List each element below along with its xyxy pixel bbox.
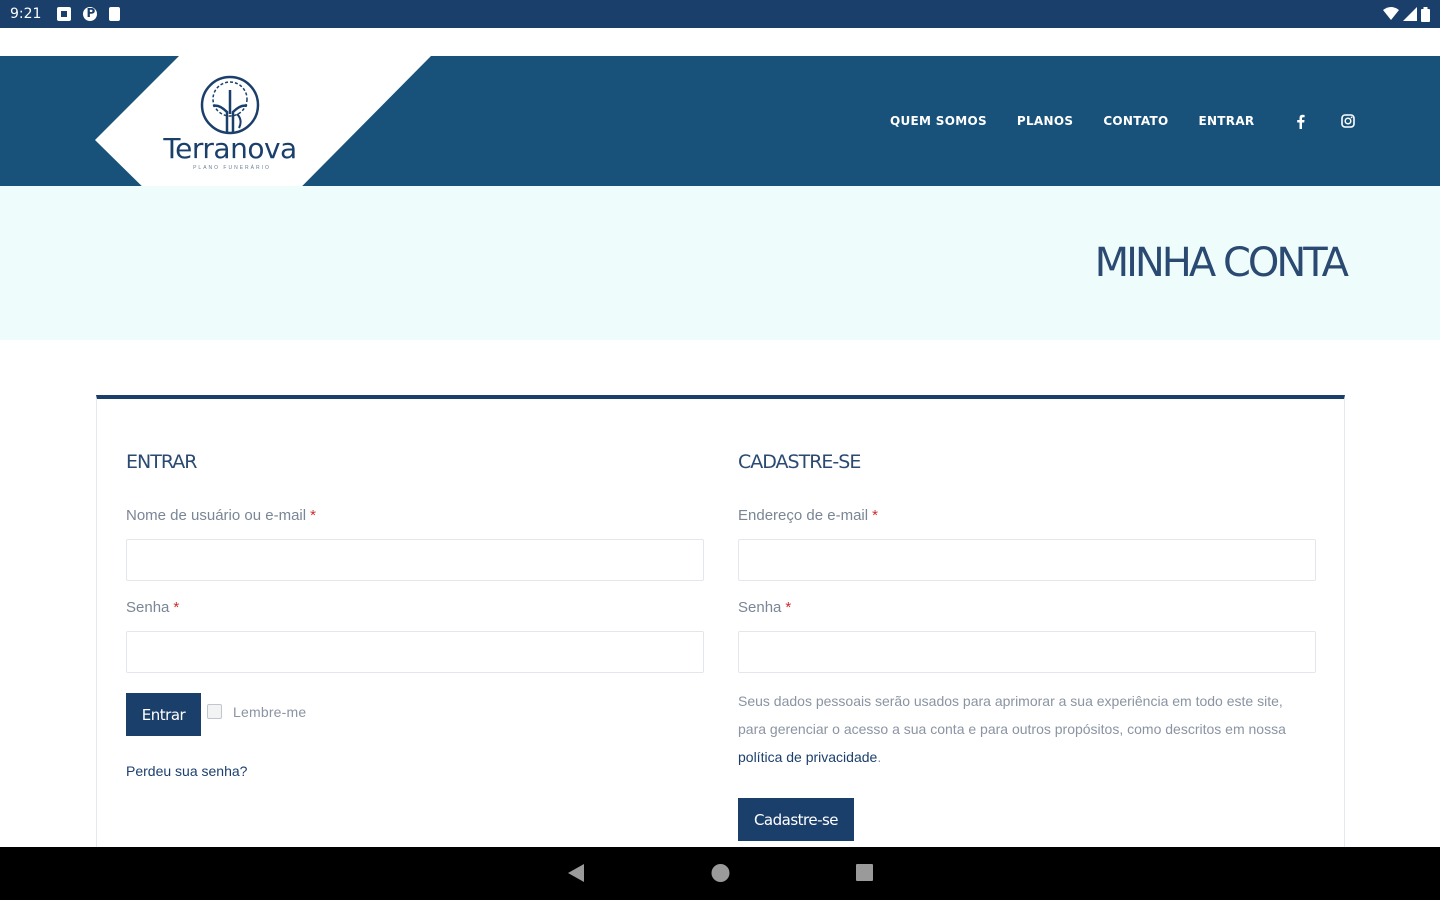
email-label-text: Endereço de e-mail: [738, 507, 869, 524]
status-indicators: [1383, 6, 1430, 22]
privacy-notice: Seus dados pessoais serão usados para ap…: [738, 687, 1313, 771]
register-title: CADASTRE-SE: [738, 451, 861, 473]
required-mark: *: [872, 507, 878, 524]
email-label: Endereço de e-mail *: [738, 507, 878, 524]
remember-me-checkbox[interactable]: [207, 704, 222, 719]
register-password-input[interactable]: [738, 631, 1316, 673]
privacy-text-end: .: [877, 749, 882, 765]
nav-contato[interactable]: CONTATO: [1103, 114, 1168, 128]
register-password-label-text: Senha: [738, 599, 782, 616]
login-submit-button[interactable]: Entrar: [126, 693, 201, 736]
username-input[interactable]: [126, 539, 704, 581]
login-title: ENTRAR: [126, 451, 197, 473]
remember-me-label[interactable]: Lembre-me: [233, 704, 306, 720]
login-password-input[interactable]: [126, 631, 704, 673]
page-title: MINHA CONTA: [1094, 240, 1349, 286]
username-label: Nome de usuário ou e-mail *: [126, 507, 316, 524]
logo-subtitle: PLANO FUNERÁRIO: [193, 165, 271, 171]
login-password-label: Senha *: [126, 599, 179, 616]
android-status-bar: 9:21: [0, 0, 1440, 28]
email-input[interactable]: [738, 539, 1316, 581]
wifi-icon: [1383, 7, 1399, 20]
instagram-icon[interactable]: [1340, 113, 1356, 129]
facebook-icon[interactable]: [1292, 113, 1308, 129]
nav-planos[interactable]: PLANOS: [1017, 114, 1073, 128]
register-password-label: Senha *: [738, 599, 791, 616]
required-mark: *: [785, 599, 792, 616]
browser-gap: [0, 28, 1440, 56]
privacy-policy-link[interactable]: política de privacidade: [738, 749, 877, 765]
login-password-label-text: Senha: [126, 599, 170, 616]
status-time: 9:21: [10, 6, 42, 22]
logo-wordmark: Terranova: [163, 132, 297, 165]
back-icon[interactable]: [567, 863, 585, 883]
android-navigation-bar: [0, 847, 1440, 900]
recents-icon[interactable]: [856, 863, 874, 883]
notification-icon: [57, 7, 72, 21]
sd-card-icon: [109, 7, 121, 21]
main-navigation: QUEM SOMOS PLANOS CONTATO ENTRAR: [890, 113, 1380, 129]
nav-quem-somos[interactable]: QUEM SOMOS: [890, 114, 987, 128]
cell-signal-icon: [1403, 7, 1417, 21]
home-icon[interactable]: [711, 863, 730, 883]
register-submit-button[interactable]: Cadastre-se: [738, 798, 854, 841]
username-label-text: Nome de usuário ou e-mail: [126, 507, 307, 524]
app-notification-icon: [83, 6, 98, 21]
nav-entrar[interactable]: ENTRAR: [1198, 114, 1254, 128]
battery-icon: [1421, 6, 1430, 22]
lost-password-link[interactable]: Perdeu sua senha?: [126, 763, 247, 779]
required-mark: *: [310, 507, 316, 524]
required-mark: *: [173, 599, 180, 616]
account-forms-box: ENTRAR Nome de usuário ou e-mail * Senha *…: [96, 395, 1345, 865]
privacy-text: Seus dados pessoais serão usados para ap…: [738, 693, 1286, 737]
tree-emblem-icon: [200, 75, 260, 135]
